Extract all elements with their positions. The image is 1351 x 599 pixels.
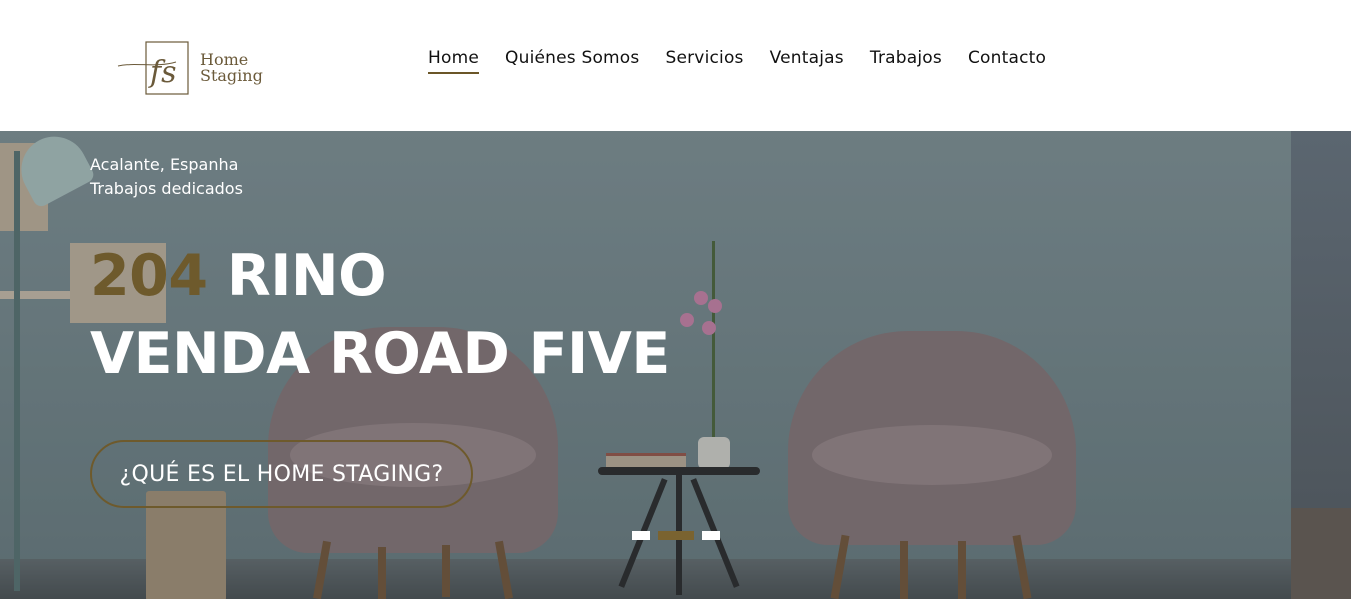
carousel-dots bbox=[632, 531, 720, 540]
site-header: fs Home Staging Home Quiénes Somos Servi… bbox=[0, 0, 1351, 131]
nav-item-servicios[interactable]: Servicios bbox=[665, 48, 743, 74]
hero-title-number: 204 bbox=[90, 243, 208, 309]
hero-title-word: RINO bbox=[207, 243, 387, 309]
hero-title-line2: VENDA ROAD FIVE bbox=[90, 321, 670, 387]
hero-slider: Acalante, Espanha Trabajos dedicados 204… bbox=[0, 131, 1351, 599]
carousel-dot-2[interactable] bbox=[658, 531, 694, 540]
site-logo[interactable]: fs Home Staging bbox=[116, 32, 276, 100]
hero-location: Acalante, Espanha bbox=[90, 155, 239, 174]
nav-item-trabajos[interactable]: Trabajos bbox=[870, 48, 942, 74]
logo-text: Home Staging bbox=[200, 52, 263, 84]
nav-item-quienes-somos[interactable]: Quiénes Somos bbox=[505, 48, 639, 74]
carousel-dot-3[interactable] bbox=[702, 531, 720, 540]
hero-tagline: Trabajos dedicados bbox=[90, 179, 243, 198]
nav-item-ventajas[interactable]: Ventajas bbox=[770, 48, 844, 74]
next-slide-floor bbox=[1291, 508, 1351, 599]
main-nav: Home Quiénes Somos Servicios Ventajas Tr… bbox=[428, 48, 1072, 74]
carousel-dot-1[interactable] bbox=[632, 531, 650, 540]
hero-title: 204 RINO VENDA ROAD FIVE bbox=[90, 237, 670, 393]
hero-subtitle: Acalante, Espanha Trabajos dedicados bbox=[90, 153, 243, 201]
logo-monogram-icon: fs bbox=[117, 41, 189, 95]
nav-item-contacto[interactable]: Contacto bbox=[968, 48, 1046, 74]
nav-item-home[interactable]: Home bbox=[428, 48, 480, 74]
logo-text-staging: Staging bbox=[200, 66, 263, 85]
svg-text:fs: fs bbox=[148, 55, 177, 90]
what-is-home-staging-button[interactable]: ¿QUÉ ES EL HOME STAGING? bbox=[90, 440, 473, 508]
